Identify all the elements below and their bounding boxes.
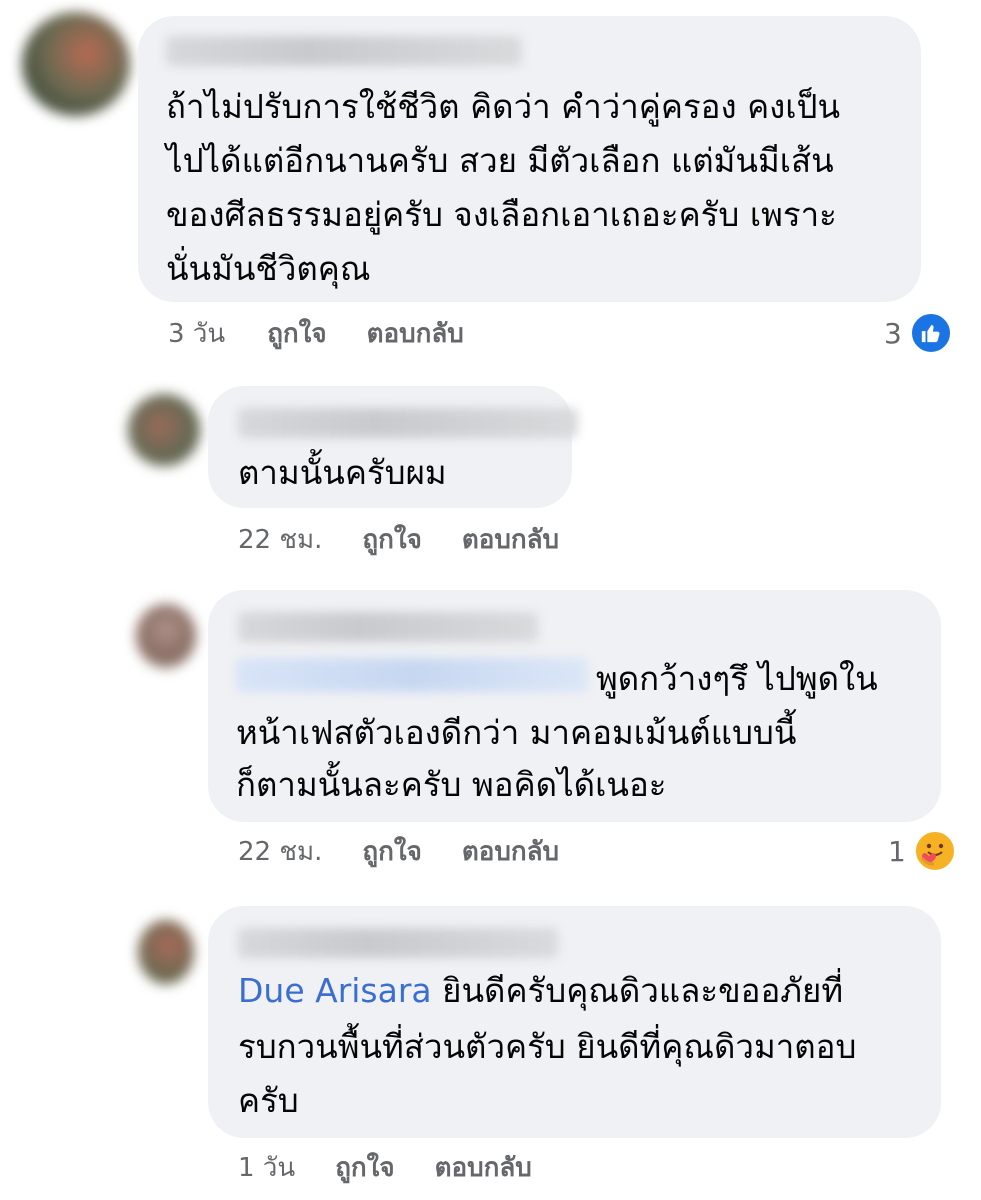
comment-text-line: ตามนั้นครับผม xyxy=(238,453,447,492)
comment-text-line: ก็ตามนั้นละครับ พอคิดได้เนอะ xyxy=(236,765,667,804)
avatar[interactable] xyxy=(138,920,194,984)
avatar[interactable] xyxy=(136,604,196,668)
comment-text-line: Due Arisara ยินดีครับคุณดิวและขออภัยที่ xyxy=(238,964,843,1018)
reply-button[interactable]: ตอบกลับ xyxy=(435,1147,532,1188)
commenter-name-redacted[interactable] xyxy=(166,36,522,66)
like-icon xyxy=(909,312,952,354)
comment-text-line: หน้าเฟสตัวเองดีกว่า มาคอมเม้นต์แบบนี้ xyxy=(236,713,797,752)
comment-text-line: ของศีลธรรมอยู่ครับ จงเลือกเอาเถอะครับ เพ… xyxy=(166,195,837,234)
comment-text-line: ครับ xyxy=(238,1081,299,1120)
like-button[interactable]: ถูกใจ xyxy=(362,831,421,872)
reaction-summary[interactable]: 3 xyxy=(884,312,952,354)
comment-text-line: พูดกว้างๆรึ ไปพูดใน xyxy=(596,659,878,698)
comment-bubble[interactable]: ถ้าไม่ปรับการใช้ชีวิต คิดว่า คำว่าคู่ครอ… xyxy=(138,16,921,302)
reaction-count: 3 xyxy=(884,316,902,350)
avatar[interactable] xyxy=(22,12,130,116)
comment-text: ยินดีครับคุณดิวและขออภัยที่ xyxy=(431,971,844,1010)
like-button[interactable]: ถูกใจ xyxy=(335,1147,394,1188)
like-button[interactable]: ถูกใจ xyxy=(267,313,326,354)
comment-timestamp[interactable]: 3 วัน xyxy=(168,313,225,354)
comment-timestamp[interactable]: 22 ชม. xyxy=(238,519,322,560)
avatar[interactable] xyxy=(128,394,200,466)
comment-bubble[interactable]: Due Arisara ยินดีครับคุณดิวและขออภัยที่ … xyxy=(208,906,941,1138)
like-button[interactable]: ถูกใจ xyxy=(362,519,421,560)
care-icon xyxy=(913,830,956,872)
comment-actions: 22 ชม. ถูกใจ ตอบกลับ xyxy=(238,522,559,556)
comment-actions: 1 วัน ถูกใจ ตอบกลับ xyxy=(238,1150,532,1184)
reply-button[interactable]: ตอบกลับ xyxy=(462,831,559,872)
comment-text-line: ถ้าไม่ปรับการใช้ชีวิต คิดว่า คำว่าคู่ครอ… xyxy=(166,87,841,126)
comment-text-line: ไปได้แต่อีกนานครับ สวย มีตัวเลือก แต่มัน… xyxy=(166,141,834,180)
commenter-name-redacted[interactable] xyxy=(238,928,558,958)
comment-bubble[interactable]: ตามนั้นครับผม xyxy=(208,386,578,508)
reaction-summary[interactable]: 1 xyxy=(888,830,956,872)
reaction-count: 1 xyxy=(888,834,906,868)
reply-button[interactable]: ตอบกลับ xyxy=(367,313,464,354)
mention-link[interactable]: Due Arisara xyxy=(238,971,432,1010)
commenter-name-redacted[interactable] xyxy=(238,408,578,438)
reply-button[interactable]: ตอบกลับ xyxy=(462,519,559,560)
comment-actions: 3 วัน ถูกใจ ตอบกลับ xyxy=(168,316,464,350)
commenter-name-redacted[interactable] xyxy=(238,612,538,642)
comment-bubble[interactable]: พูดกว้างๆรึ ไปพูดใน หน้าเฟสตัวเองดีกว่า … xyxy=(208,590,941,822)
comment-timestamp[interactable]: 22 ชม. xyxy=(238,831,322,872)
mention-redacted[interactable] xyxy=(236,658,588,692)
comment-text-line: นั่นมันชีวิตคุณ xyxy=(166,249,371,288)
comment-text-line: รบกวนพื้นที่ส่วนตัวครับ ยินดีที่คุณดิวมา… xyxy=(238,1027,857,1066)
comment-actions: 22 ชม. ถูกใจ ตอบกลับ xyxy=(238,834,559,868)
comment-timestamp[interactable]: 1 วัน xyxy=(238,1147,295,1188)
